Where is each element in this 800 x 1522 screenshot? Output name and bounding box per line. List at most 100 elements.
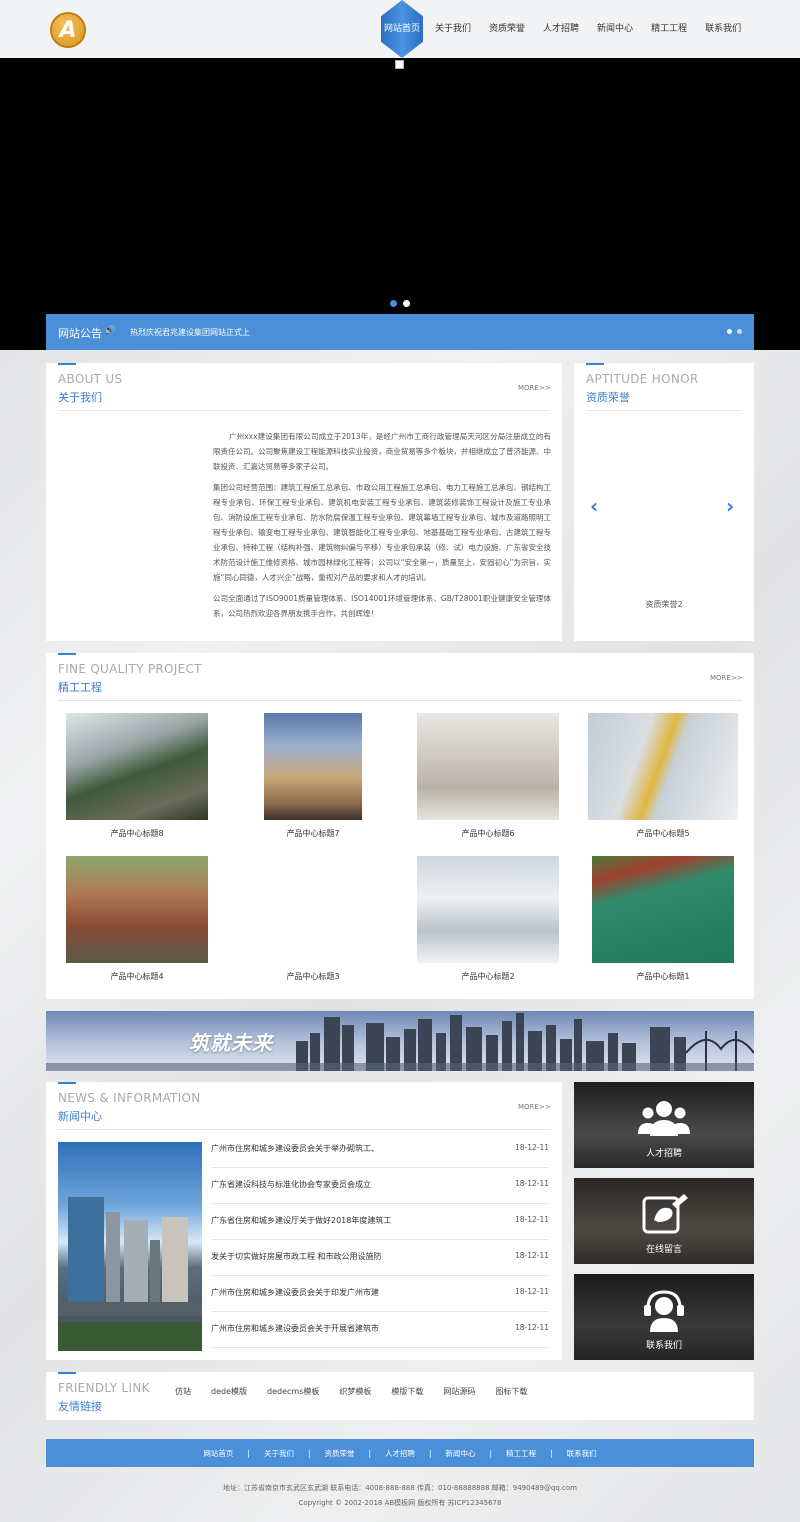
footer-link-jobs[interactable]: 人才招聘 — [385, 1448, 415, 1459]
title-accent — [58, 1372, 76, 1374]
city-banner[interactable]: 筑就未来 — [46, 1011, 754, 1071]
notice-bar: 网站公告 🔊 热烈庆祝君兆建设集团网站正式上 — [46, 314, 754, 350]
product-card[interactable]: 产品中心标题1 — [592, 856, 734, 982]
slider-dot-1[interactable] — [390, 300, 397, 307]
news-item-title[interactable]: 发关于切实做好房屋市政工程 和市政公用设施防 — [211, 1251, 382, 1262]
about-paragraph-2: 集团公司经营范围：建筑工程施工总承包、市政公用工程施工总承包、电力工程施工总承包… — [213, 483, 551, 582]
product-card[interactable]: 产品中心标题7 — [264, 713, 362, 839]
title-accent — [58, 653, 76, 655]
notice-dot-2[interactable] — [737, 329, 742, 334]
news-item-title[interactable]: 广州市住房和城乡建设委员会关于开展省建筑市 — [211, 1323, 379, 1334]
nav-about[interactable]: 关于我们 — [426, 0, 480, 58]
news-item-title[interactable]: 广州市住房和城乡建设委员会关于印发广州市建 — [211, 1287, 379, 1298]
product-title[interactable]: 产品中心标题6 — [417, 828, 559, 839]
footer-link-contact[interactable]: 联系我们 — [567, 1448, 597, 1459]
divider — [58, 700, 742, 701]
product-image[interactable] — [592, 856, 734, 963]
news-item-date: 18-12-11 — [514, 1323, 549, 1332]
news-item-title[interactable]: 广东省建设科技与标准化协会专家委员会成立 — [211, 1179, 371, 1190]
news-item-title[interactable]: 广东省住房和城乡建设厅关于做好2018年度建筑工 — [211, 1215, 391, 1226]
product-card[interactable]: 产品中心标题8 — [66, 713, 208, 839]
news-title-cn: 新闻中心 — [58, 1110, 102, 1123]
slider-dots — [390, 300, 410, 307]
footer-link-about[interactable]: 关于我们 — [264, 1448, 294, 1459]
news-item[interactable]: 广州市住房和城乡建设委员会关于印发广州市建 18-12-11 — [211, 1276, 549, 1312]
friendly-title-en: FRIENDLY LINK — [58, 1381, 150, 1395]
nav-contact[interactable]: 联系我们 — [696, 0, 750, 58]
product-title[interactable]: 产品中心标题8 — [66, 828, 208, 839]
footer-link-news[interactable]: 新闻中心 — [446, 1448, 476, 1459]
friendly-link[interactable]: 织梦模板 — [339, 1386, 371, 1397]
nav-honor[interactable]: 资质荣誉 — [480, 0, 534, 58]
product-image[interactable] — [264, 856, 362, 963]
friendly-links: 仿站 dede模版 dedecms模板 织梦模板 模版下载 网站源码 图标下载 — [175, 1386, 547, 1397]
nav-jobs[interactable]: 人才招聘 — [534, 0, 588, 58]
people-icon — [638, 1101, 690, 1136]
footer-separator: | — [489, 1448, 493, 1458]
product-card[interactable]: 产品中心标题3 — [264, 856, 362, 982]
nav-news[interactable]: 新闻中心 — [588, 0, 642, 58]
news-more-link[interactable]: MORE>> — [518, 1103, 551, 1111]
friendly-link[interactable]: 网站源码 — [443, 1386, 475, 1397]
honor-title-en: APTITUDE HONOR — [586, 372, 699, 386]
side-link-message[interactable]: 在线留言 — [574, 1178, 754, 1264]
product-title[interactable]: 产品中心标题7 — [264, 828, 362, 839]
friendly-link[interactable]: 仿站 — [175, 1386, 191, 1397]
news-item-title[interactable]: 广州市住房和城乡建设委员会关于举办砌筑工、 — [211, 1143, 379, 1154]
nav-projects[interactable]: 精工工程 — [642, 0, 696, 58]
hero-banner — [0, 58, 800, 350]
side-link-label: 人才招聘 — [645, 1149, 682, 1159]
about-title-cn: 关于我们 — [58, 391, 102, 404]
product-image[interactable] — [66, 713, 208, 820]
product-image[interactable] — [417, 856, 559, 963]
news-item-date: 18-12-11 — [514, 1143, 549, 1152]
footer-address: 地址：江苏省南京市玄武区玄武湖 联系电话：4008-888-888 传真：010… — [222, 1484, 577, 1492]
product-card[interactable]: 产品中心标题5 — [588, 713, 738, 839]
site-logo[interactable]: A — [50, 12, 86, 48]
message-icon — [642, 1194, 688, 1234]
product-title[interactable]: 产品中心标题2 — [417, 971, 559, 982]
notice-dot-1[interactable] — [727, 329, 732, 334]
product-image[interactable] — [264, 713, 362, 820]
product-card[interactable]: 产品中心标题6 — [417, 713, 559, 839]
nav-home[interactable]: 网站首页 — [378, 0, 426, 58]
side-link-label: 联系我们 — [645, 1341, 682, 1351]
chevron-right-icon[interactable]: › — [726, 494, 734, 518]
projects-panel: FINE QUALITY PROJECT 精工工程 MORE>> 产品中心标题8… — [46, 653, 754, 999]
product-image[interactable] — [66, 856, 208, 963]
news-item[interactable]: 发关于切实做好房屋市政工程 和市政公用设施防 18-12-11 — [211, 1240, 549, 1276]
news-item[interactable]: 广州市住房和城乡建设委员会关于开展省建筑市 18-12-11 — [211, 1312, 549, 1348]
footer-link-home[interactable]: 网站首页 — [203, 1448, 233, 1459]
product-image[interactable] — [417, 713, 559, 820]
chevron-left-icon[interactable]: ‹ — [590, 494, 598, 518]
friendly-link[interactable]: 图标下载 — [495, 1386, 527, 1397]
news-image[interactable] — [58, 1142, 202, 1351]
title-accent — [58, 363, 76, 365]
honor-caption[interactable]: 资质荣誉2 — [574, 599, 754, 610]
news-item[interactable]: 广东省建设科技与标准化协会专家委员会成立 18-12-11 — [211, 1168, 549, 1204]
product-title[interactable]: 产品中心标题1 — [592, 971, 734, 982]
product-card[interactable]: 产品中心标题4 — [66, 856, 208, 982]
about-more-link[interactable]: MORE>> — [518, 384, 551, 392]
news-item[interactable]: 广东省住房和城乡建设厅关于做好2018年度建筑工 18-12-11 — [211, 1204, 549, 1240]
side-link-jobs[interactable]: 人才招聘 — [574, 1082, 754, 1168]
news-item-date: 18-12-11 — [514, 1251, 549, 1260]
footer-link-honor[interactable]: 资质荣誉 — [324, 1448, 354, 1459]
footer-link-projects[interactable]: 精工工程 — [506, 1448, 536, 1459]
friendly-link[interactable]: dedecms模板 — [267, 1386, 319, 1397]
notice-title: 网站公告 — [58, 327, 102, 340]
side-link-contact[interactable]: 联系我们 — [574, 1274, 754, 1360]
news-item[interactable]: 广州市住房和城乡建设委员会关于举办砌筑工、 18-12-11 — [211, 1132, 549, 1168]
friendly-link[interactable]: dede模版 — [211, 1386, 247, 1397]
notice-text[interactable]: 热烈庆祝君兆建设集团网站正式上 — [130, 327, 250, 338]
projects-more-link[interactable]: MORE>> — [710, 674, 743, 682]
product-image[interactable] — [588, 713, 738, 820]
friendly-link[interactable]: 模版下载 — [391, 1386, 423, 1397]
footer-separator: | — [550, 1448, 553, 1458]
slider-dot-2[interactable] — [403, 300, 410, 307]
product-title[interactable]: 产品中心标题5 — [588, 828, 738, 839]
product-title[interactable]: 产品中心标题3 — [264, 971, 362, 982]
product-title[interactable]: 产品中心标题4 — [66, 971, 208, 982]
product-card[interactable]: 产品中心标题2 — [417, 856, 559, 982]
city-banner-text: 筑就未来 — [189, 1031, 273, 1055]
